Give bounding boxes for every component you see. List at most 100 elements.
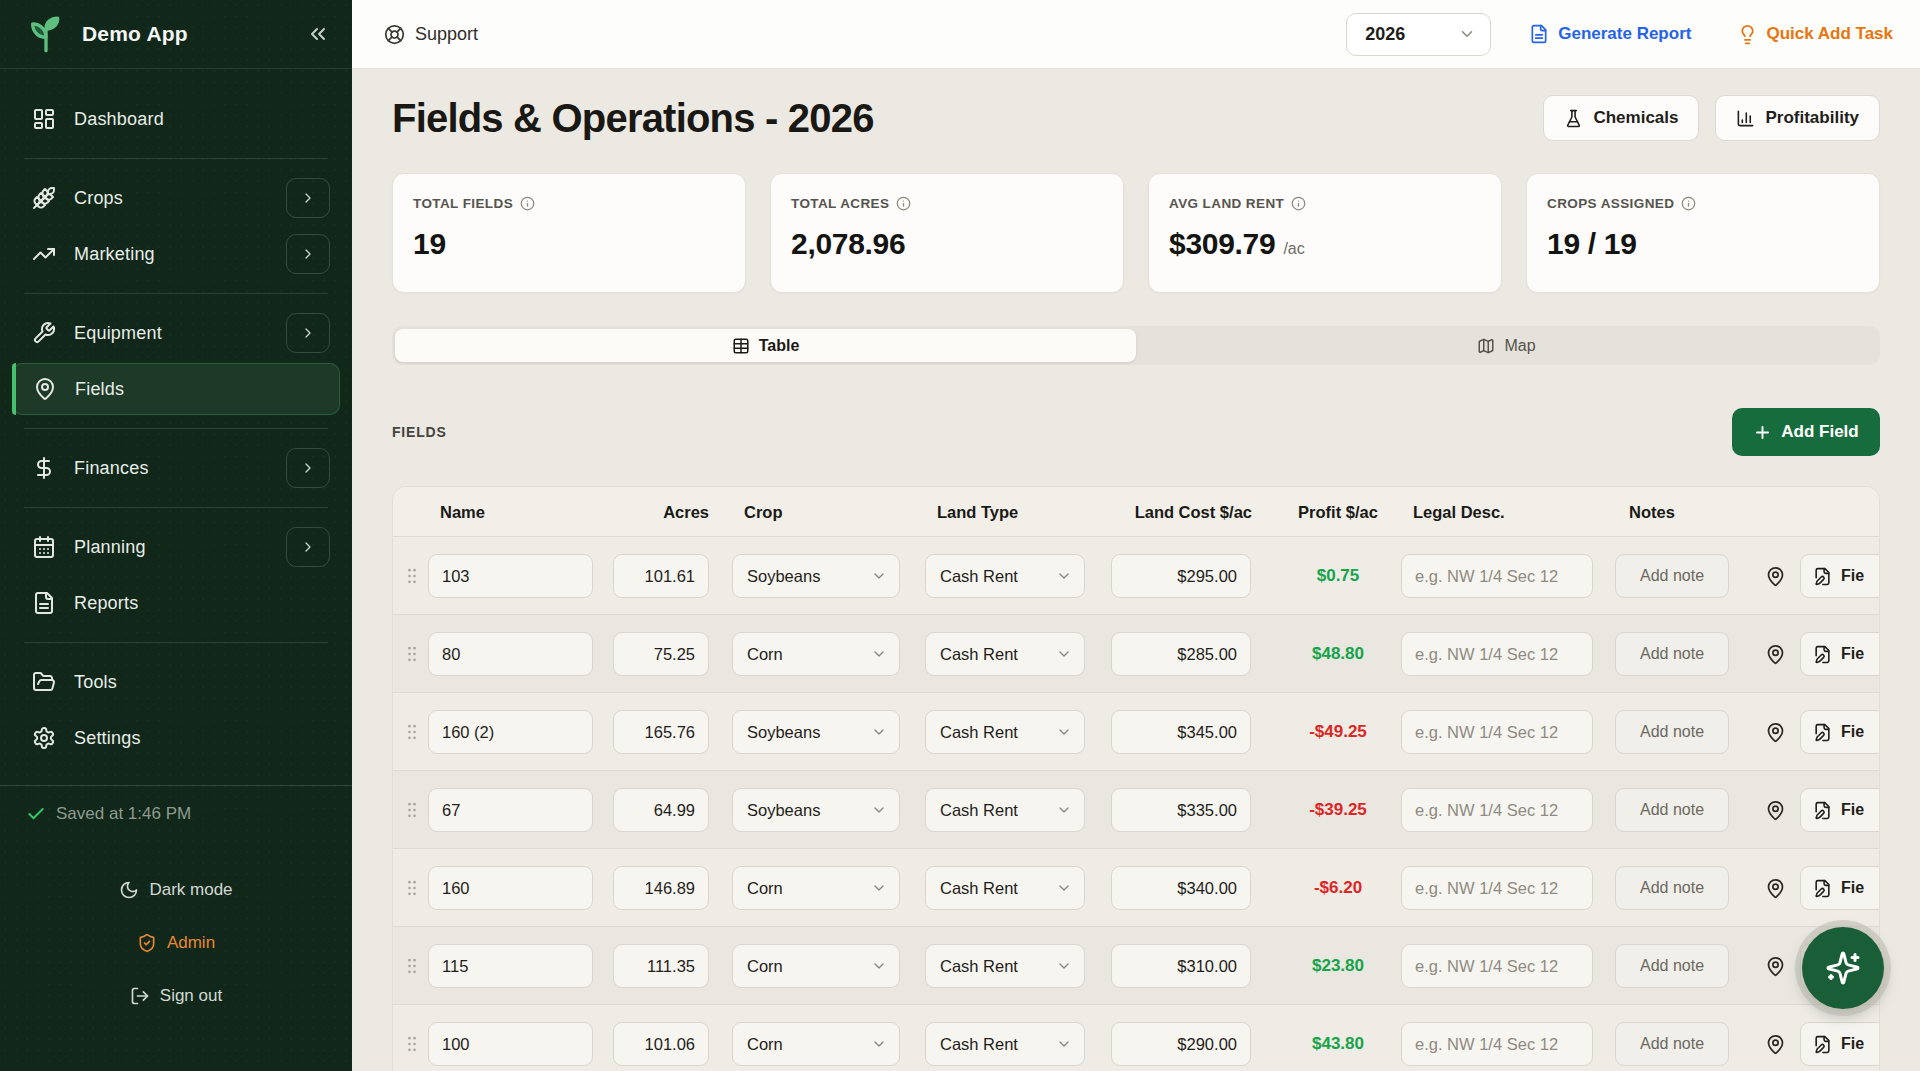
sidebar-item-settings[interactable]: Settings — [12, 712, 340, 764]
sidebar-item-tools[interactable]: Tools — [12, 656, 340, 708]
field-name-input[interactable] — [428, 554, 593, 598]
field-file-button[interactable]: Fie — [1800, 554, 1880, 598]
legal-desc-input[interactable] — [1401, 632, 1593, 676]
crop-select[interactable]: Corn — [732, 1022, 900, 1066]
expand-chevron-button[interactable] — [286, 234, 330, 274]
info-icon[interactable] — [1681, 196, 1696, 211]
sidebar-item-planning[interactable]: Planning — [12, 521, 340, 573]
drag-handle[interactable] — [401, 800, 423, 820]
sign-out-button[interactable]: Sign out — [26, 986, 326, 1006]
add-field-button[interactable]: Add Field — [1732, 408, 1880, 456]
dark-mode-toggle[interactable]: Dark mode — [26, 880, 326, 900]
map-pin-icon[interactable] — [1759, 565, 1791, 587]
drag-handle[interactable] — [401, 1034, 423, 1054]
add-note-button[interactable]: Add note — [1615, 944, 1729, 988]
year-select[interactable]: 2026 — [1346, 13, 1491, 56]
land-type-select[interactable]: Cash Rent — [925, 866, 1085, 910]
drag-handle[interactable] — [401, 878, 423, 898]
legal-desc-input[interactable] — [1401, 710, 1593, 754]
map-pin-icon[interactable] — [1759, 1033, 1791, 1055]
legal-desc-input[interactable] — [1401, 1022, 1593, 1066]
generate-report-button[interactable]: Generate Report — [1529, 24, 1691, 44]
add-note-button[interactable]: Add note — [1615, 710, 1729, 754]
sidebar-item-crops[interactable]: Crops — [12, 172, 340, 224]
expand-chevron-button[interactable] — [286, 448, 330, 488]
info-icon[interactable] — [896, 196, 911, 211]
add-note-button[interactable]: Add note — [1615, 554, 1729, 598]
crop-select[interactable]: Soybeans — [732, 554, 900, 598]
legal-desc-input[interactable] — [1401, 788, 1593, 832]
field-file-button[interactable]: Fie — [1800, 1022, 1880, 1066]
support-link[interactable]: Support — [384, 24, 478, 45]
land-cost-input[interactable] — [1111, 1022, 1251, 1066]
land-type-select[interactable]: Cash Rent — [925, 788, 1085, 832]
land-type-select[interactable]: Cash Rent — [925, 1022, 1085, 1066]
land-cost-input[interactable] — [1111, 554, 1251, 598]
profitability-button[interactable]: Profitability — [1715, 95, 1880, 141]
field-file-button[interactable]: Fie — [1800, 632, 1880, 676]
expand-chevron-button[interactable] — [286, 313, 330, 353]
add-note-button[interactable]: Add note — [1615, 866, 1729, 910]
land-cost-input[interactable] — [1111, 944, 1251, 988]
acres-input[interactable] — [613, 788, 709, 832]
chemicals-button[interactable]: Chemicals — [1543, 95, 1699, 141]
land-cost-input[interactable] — [1111, 788, 1251, 832]
add-note-button[interactable]: Add note — [1615, 788, 1729, 832]
sidebar-item-equipment[interactable]: Equipment — [12, 307, 340, 359]
legal-desc-input[interactable] — [1401, 866, 1593, 910]
drag-handle[interactable] — [401, 722, 423, 742]
map-pin-icon[interactable] — [1759, 877, 1791, 899]
land-cost-input[interactable] — [1111, 632, 1251, 676]
field-name-input[interactable] — [428, 710, 593, 754]
acres-input[interactable] — [613, 1022, 709, 1066]
sidebar-item-fields[interactable]: Fields — [12, 363, 340, 415]
ai-assistant-fab[interactable] — [1802, 927, 1884, 1009]
tab-table-view[interactable]: Table — [395, 329, 1136, 362]
sidebar-item-reports[interactable]: Reports — [12, 577, 340, 629]
land-type-select[interactable]: Cash Rent — [925, 632, 1085, 676]
legal-desc-input[interactable] — [1401, 554, 1593, 598]
crop-select[interactable]: Soybeans — [732, 788, 900, 832]
collapse-sidebar-icon[interactable] — [306, 22, 330, 46]
info-icon[interactable] — [1291, 196, 1306, 211]
quick-add-task-button[interactable]: Quick Add Task — [1737, 24, 1893, 45]
sidebar-item-dashboard[interactable]: Dashboard — [12, 93, 340, 145]
acres-input[interactable] — [613, 710, 709, 754]
field-name-input[interactable] — [428, 944, 593, 988]
drag-handle[interactable] — [401, 566, 423, 586]
expand-chevron-button[interactable] — [286, 527, 330, 567]
map-pin-icon[interactable] — [1759, 721, 1791, 743]
crop-select[interactable]: Corn — [732, 944, 900, 988]
sidebar-item-marketing[interactable]: Marketing — [12, 228, 340, 280]
add-note-button[interactable]: Add note — [1615, 1022, 1729, 1066]
field-file-button[interactable]: Fie — [1800, 788, 1880, 832]
crop-select[interactable]: Corn — [732, 632, 900, 676]
info-icon[interactable] — [520, 196, 535, 211]
land-cost-input[interactable] — [1111, 710, 1251, 754]
acres-input[interactable] — [613, 554, 709, 598]
drag-handle[interactable] — [401, 644, 423, 664]
tab-map-view[interactable]: Map — [1136, 329, 1877, 362]
acres-input[interactable] — [613, 632, 709, 676]
field-name-input[interactable] — [428, 632, 593, 676]
field-name-input[interactable] — [428, 866, 593, 910]
legal-desc-input[interactable] — [1401, 944, 1593, 988]
expand-chevron-button[interactable] — [286, 178, 330, 218]
crop-select[interactable]: Soybeans — [732, 710, 900, 754]
land-type-select[interactable]: Cash Rent — [925, 710, 1085, 754]
map-pin-icon[interactable] — [1759, 643, 1791, 665]
map-pin-icon[interactable] — [1759, 799, 1791, 821]
land-type-select[interactable]: Cash Rent — [925, 944, 1085, 988]
sidebar-item-finances[interactable]: Finances — [12, 442, 340, 494]
add-note-button[interactable]: Add note — [1615, 632, 1729, 676]
field-file-button[interactable]: Fie — [1800, 710, 1880, 754]
field-name-input[interactable] — [428, 1022, 593, 1066]
land-type-select[interactable]: Cash Rent — [925, 554, 1085, 598]
acres-input[interactable] — [613, 944, 709, 988]
map-pin-icon[interactable] — [1759, 955, 1791, 977]
land-cost-input[interactable] — [1111, 866, 1251, 910]
field-name-input[interactable] — [428, 788, 593, 832]
crop-select[interactable]: Corn — [732, 866, 900, 910]
drag-handle[interactable] — [401, 956, 423, 976]
field-file-button[interactable]: Fie — [1800, 866, 1880, 910]
